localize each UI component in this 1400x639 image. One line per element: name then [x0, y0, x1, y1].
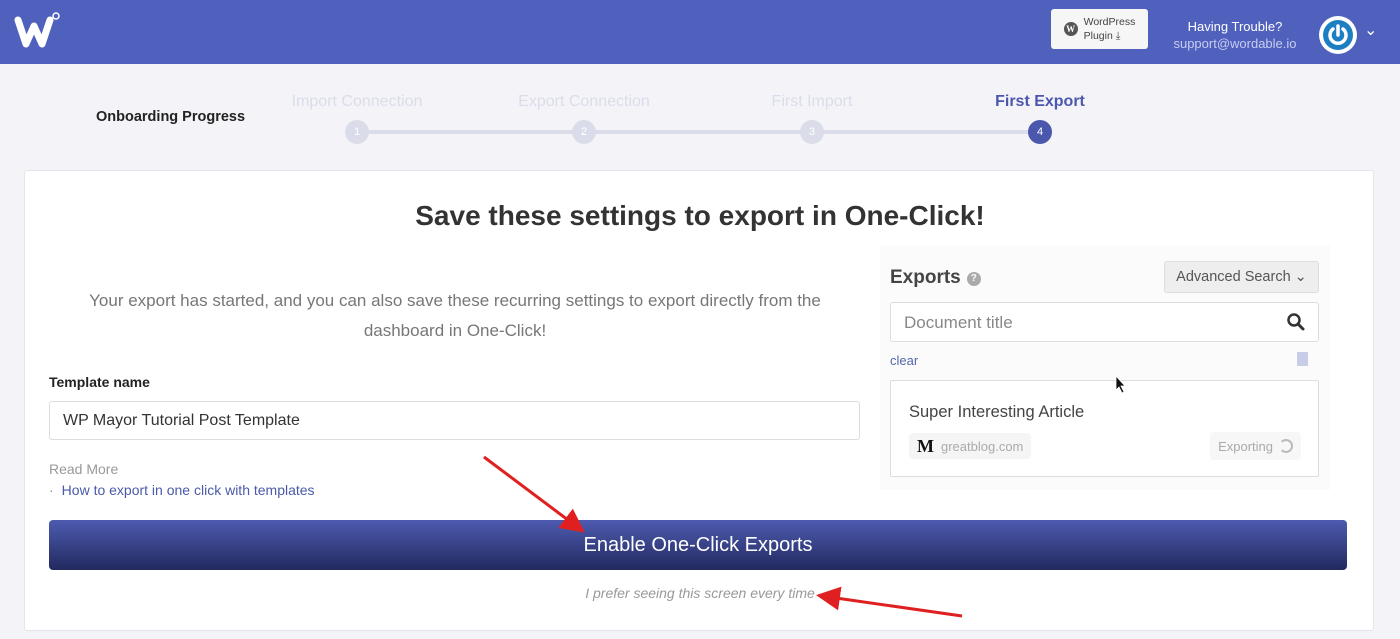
- read-more-label: Read More: [49, 461, 119, 477]
- export-item[interactable]: Super Interesting Article Mgreatblog.com…: [890, 380, 1319, 477]
- source-name: greatblog.com: [941, 438, 1024, 454]
- help-icon: ?: [966, 272, 981, 286]
- avatar[interactable]: [1319, 16, 1357, 54]
- spinner-icon: [1279, 439, 1293, 453]
- status-badge: Exporting: [1210, 432, 1301, 460]
- step-label-3: First Import: [771, 93, 853, 110]
- template-name-label: Template name: [49, 374, 150, 390]
- help-title: Having Trouble?: [1187, 19, 1283, 34]
- help-block: Having Trouble? support@wordable.io: [1165, 18, 1305, 52]
- onboarding-label: Onboarding Progress: [96, 109, 246, 125]
- power-icon: [1323, 20, 1353, 50]
- read-more-item: · How to export in one click with templat…: [49, 482, 315, 498]
- export-item-title: Super Interesting Article: [909, 403, 1085, 421]
- wordpress-icon: W: [1063, 22, 1078, 36]
- top-header: W WordPress Plugin ⤓ Having Trouble? supp…: [0, 0, 1400, 64]
- read-more-link[interactable]: How to export in one click with template…: [62, 482, 315, 498]
- wordpress-plugin-button[interactable]: W WordPress Plugin ⤓: [1051, 9, 1148, 49]
- exports-preview: Exports? Advanced Search ⌄ Document titl…: [880, 245, 1330, 490]
- template-name-input[interactable]: [49, 401, 860, 440]
- advanced-search-dropdown[interactable]: Advanced Search ⌄: [1164, 261, 1319, 293]
- step-label-1: Import Connection: [291, 93, 423, 110]
- prefer-screen-link[interactable]: I prefer seeing this screen every time: [0, 585, 1400, 601]
- description: Your export has started, and you can als…: [89, 291, 821, 340]
- status-text: Exporting: [1218, 438, 1273, 454]
- page-title: Save these settings to export in One-Cli…: [415, 200, 985, 231]
- support-email[interactable]: support@wordable.io: [1165, 35, 1305, 52]
- step-label-4: First Export: [995, 93, 1085, 110]
- document-search-input[interactable]: Document title: [890, 302, 1319, 342]
- wordable-logo[interactable]: [14, 12, 60, 52]
- chevron-down-icon[interactable]: ⌄: [1364, 20, 1377, 40]
- exports-title: Exports?: [890, 267, 981, 289]
- step-label-2: Export Connection: [518, 93, 650, 110]
- search-icon: [1287, 313, 1305, 331]
- step-dot-2: 2: [572, 120, 596, 144]
- download-icon: ⤓: [1115, 30, 1121, 42]
- source-badge: Mgreatblog.com: [909, 433, 1032, 459]
- advanced-search-label: Advanced Search: [1176, 269, 1291, 285]
- step-dot-3: 3: [800, 120, 824, 144]
- trash-icon[interactable]: [1297, 352, 1308, 366]
- search-placeholder: Document title: [904, 313, 1013, 332]
- step-dot-4: 4: [1028, 120, 1052, 144]
- chevron-down-icon: ⌄: [1294, 269, 1307, 285]
- enable-one-click-button[interactable]: Enable One-Click Exports: [49, 520, 1347, 570]
- plugin-line1: WordPress: [1083, 16, 1136, 28]
- medium-icon: M: [917, 435, 934, 456]
- plugin-line2: Plugin: [1083, 30, 1113, 42]
- step-dot-1: 1: [345, 120, 369, 144]
- clear-link[interactable]: clear: [890, 353, 918, 368]
- exports-title-text: Exports: [890, 267, 961, 288]
- progress-line: [357, 130, 1040, 134]
